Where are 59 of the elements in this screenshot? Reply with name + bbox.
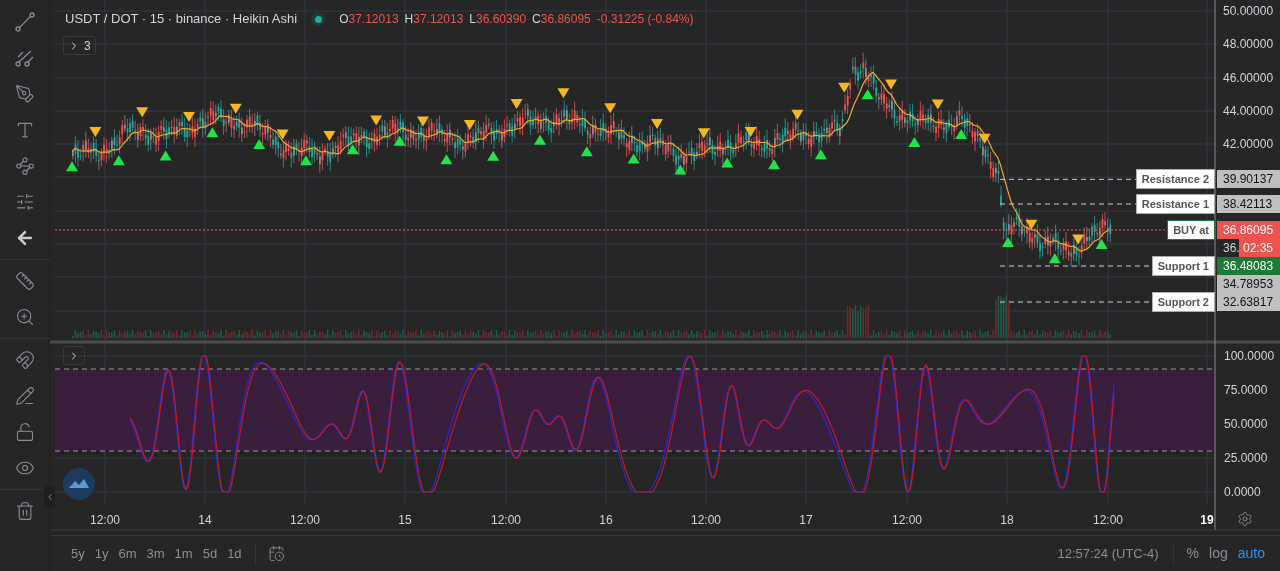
price-axis-label: 42.00000: [1223, 137, 1274, 151]
countdown-tag: 02:35: [1239, 239, 1280, 257]
price-axis-label: 36.: [1223, 241, 1240, 255]
collapse-toolbar-button[interactable]: [44, 486, 55, 508]
time-axis-label: 12:00: [290, 513, 320, 527]
level-label: Support 1: [1151, 256, 1215, 276]
price-axis-label: 46.00000: [1223, 71, 1274, 85]
price-axis-label: 44.00000: [1223, 104, 1274, 118]
scale-option[interactable]: %: [1181, 543, 1205, 564]
time-axis-label: 18: [1000, 513, 1014, 527]
scale-option[interactable]: auto: [1232, 543, 1270, 564]
level-label: Resistance 2: [1135, 169, 1215, 190]
settings-button[interactable]: [1237, 511, 1253, 527]
calendar-icon: [267, 545, 285, 562]
range-button[interactable]: 5d: [197, 543, 223, 564]
range-button[interactable]: 5y: [66, 543, 90, 564]
level-label: BUY at: [1167, 220, 1215, 240]
time-axis-label: 12:00: [90, 513, 120, 527]
range-button[interactable]: 1y: [89, 543, 114, 564]
ohlc-value: C36.86095: [532, 11, 591, 28]
oscillator-axis-label: 75.0000: [1224, 383, 1268, 397]
level-label: Support 2: [1151, 292, 1215, 312]
level-label: Resistance 1: [1135, 194, 1215, 214]
price-tag: 32.63817: [1217, 293, 1280, 311]
oscillator-axis-label: 100.0000: [1224, 349, 1275, 363]
time-axis-label: 15: [398, 513, 412, 527]
logo-icon: [63, 468, 95, 500]
time-axis-label: 12:00: [491, 513, 521, 527]
price-tag: 38.42113: [1217, 195, 1280, 213]
clock-text: 12:57:24 (UTC-4): [1057, 544, 1159, 563]
time-axis-label: 12:00: [1093, 513, 1123, 527]
range-button[interactable]: 6m: [113, 543, 142, 564]
time-axis-label: 17: [799, 513, 813, 527]
oscillator-axis-label: 25.0000: [1224, 451, 1268, 465]
oscillator-axis-label: 0.0000: [1224, 485, 1261, 499]
oscillator-toggle[interactable]: [63, 346, 85, 365]
price-change: -0.31225 (-0.84%): [596, 11, 694, 28]
scale-option[interactable]: log: [1204, 543, 1233, 564]
settings-icon: [1237, 511, 1253, 527]
price-tag: 39.90137: [1217, 170, 1280, 189]
time-axis-label: 16: [599, 513, 613, 527]
time-axis-label: 19: [1200, 513, 1214, 527]
ohlc-value: L36.60390: [469, 11, 527, 28]
indicators-toggle[interactable]: 3: [63, 36, 96, 55]
symbol-title: USDT / DOT · 15 · binance · Heikin Ashi: [65, 10, 298, 28]
range-button[interactable]: 1d: [222, 543, 247, 564]
range-button[interactable]: 1m: [169, 543, 198, 564]
oscillator-axis-label: 50.0000: [1224, 417, 1268, 431]
price-axis-label: 50.00000: [1223, 4, 1274, 18]
time-axis-label: 12:00: [691, 513, 721, 527]
time-axis-label: 12:00: [892, 513, 922, 527]
price-tag: 36.86095: [1217, 221, 1280, 239]
price-tag: 34.78953: [1217, 275, 1280, 293]
price-tag: 36.48083: [1217, 257, 1280, 275]
price-axis-label: 48.00000: [1223, 37, 1274, 51]
ohlc-value: O37.12013: [339, 11, 399, 28]
range-button[interactable]: 3m: [141, 543, 170, 564]
ohlc-value: H37.12013: [404, 11, 464, 28]
time-axis-label: 14: [198, 513, 212, 527]
